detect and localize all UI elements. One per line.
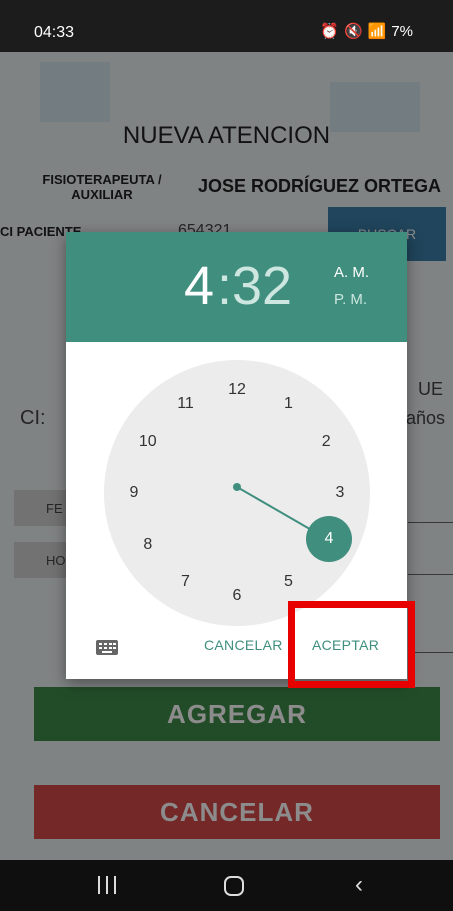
clock-number-11[interactable]: 11 xyxy=(174,394,198,414)
keyboard-icon[interactable] xyxy=(96,640,118,655)
time-picker-header: 4 : 32 A. M. P. M. xyxy=(66,232,407,342)
highlight-box xyxy=(288,601,415,688)
clock-number-7[interactable]: 7 xyxy=(174,572,198,592)
mute-icon: 🔇 xyxy=(343,23,363,40)
am-toggle[interactable]: A. M. xyxy=(334,264,369,281)
clock-selected-number[interactable]: 4 xyxy=(306,516,352,562)
hour-display[interactable]: 4 xyxy=(184,256,214,316)
clock-number-2[interactable]: 2 xyxy=(314,432,338,452)
status-bar: 04:33 ⏰ 🔇 📶 7% xyxy=(0,0,453,52)
battery-level: 7% xyxy=(391,22,413,40)
home-icon[interactable] xyxy=(224,876,244,896)
cancel-button[interactable]: CANCELAR xyxy=(204,637,283,653)
clock-number-3[interactable]: 3 xyxy=(328,483,352,503)
navigation-bar: ‹ xyxy=(0,860,453,911)
alarm-icon: ⏰ xyxy=(320,23,339,40)
status-icons: ⏰ 🔇 📶 7% xyxy=(320,22,413,41)
status-time: 04:33 xyxy=(34,24,75,41)
clock-number-5[interactable]: 5 xyxy=(277,572,301,592)
clock-dial[interactable]: 12 1 2 3 5 6 7 8 9 10 11 4 xyxy=(104,360,370,626)
clock-number-1[interactable]: 1 xyxy=(277,394,301,414)
recent-apps-icon[interactable] xyxy=(98,876,116,894)
pm-toggle[interactable]: P. M. xyxy=(334,291,367,308)
clock-number-9[interactable]: 9 xyxy=(122,483,146,503)
time-separator: : xyxy=(217,256,233,316)
clock-center-dot xyxy=(233,483,241,491)
clock-number-10[interactable]: 10 xyxy=(136,432,160,452)
clock-number-6[interactable]: 6 xyxy=(225,586,249,606)
clock-number-8[interactable]: 8 xyxy=(136,535,160,555)
wifi-icon: 📶 xyxy=(367,23,387,40)
clock-number-12[interactable]: 12 xyxy=(225,380,249,400)
minute-display[interactable]: 32 xyxy=(232,256,292,316)
back-icon[interactable]: ‹ xyxy=(355,873,363,897)
